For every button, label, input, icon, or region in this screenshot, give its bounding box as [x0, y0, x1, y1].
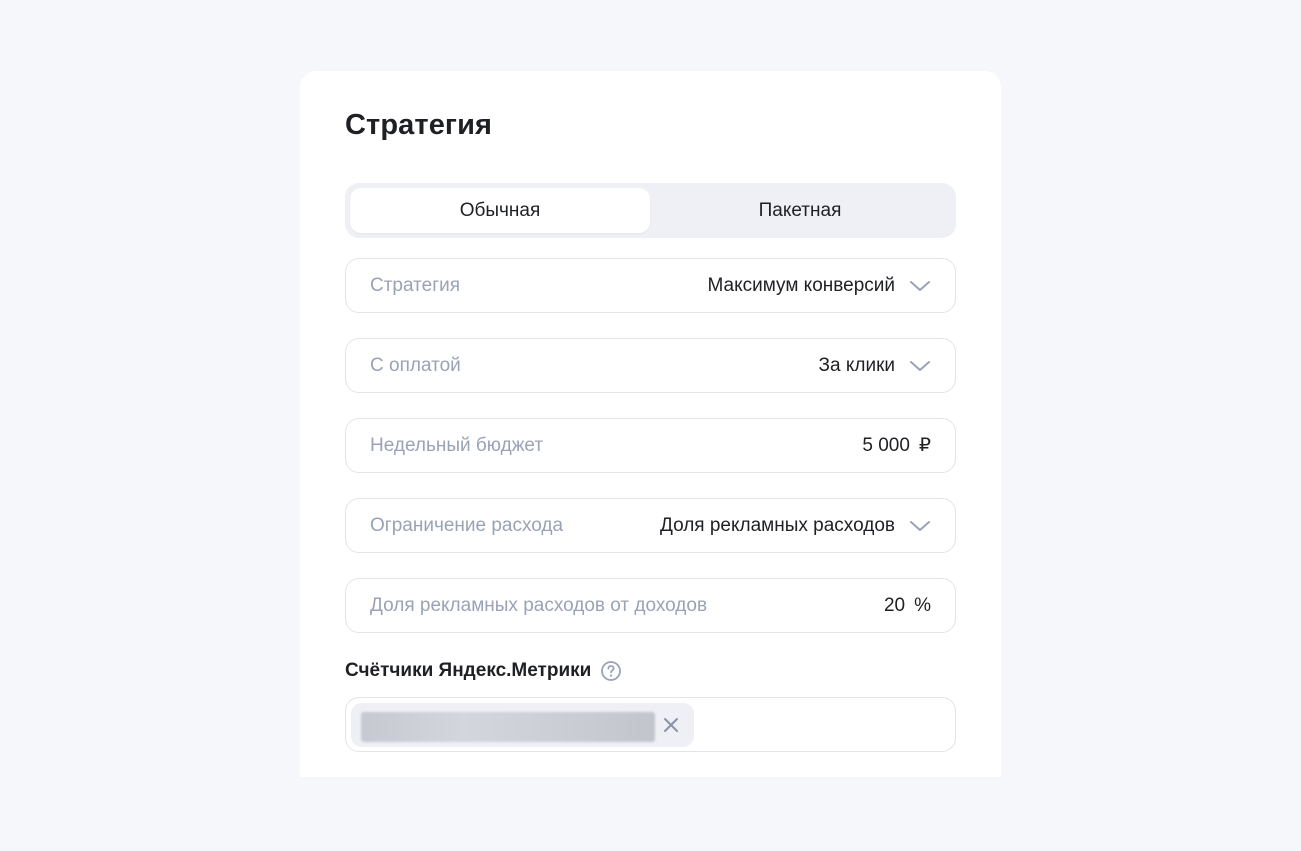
payment-select-value: За клики [818, 354, 895, 376]
strategy-card: Стратегия Обычная Пакетная Стратегия Мак… [300, 71, 1001, 777]
spend-limit-select[interactable]: Ограничение расхода Доля рекламных расхо… [345, 498, 956, 553]
close-icon[interactable] [660, 714, 682, 736]
strategy-select-label: Стратегия [370, 274, 461, 296]
currency-unit: ₽ [918, 435, 931, 456]
payment-select[interactable]: С оплатой За клики [345, 338, 956, 393]
spend-limit-value: Доля рекламных расходов [659, 514, 895, 536]
ad-spend-share-label: Доля рекламных расходов от доходов [370, 594, 708, 616]
strategy-type-switch: Обычная Пакетная [345, 183, 956, 238]
strategy-select-value: Максимум конверсий [707, 274, 895, 296]
counter-chip [351, 703, 694, 747]
counter-chip-text-blurred [361, 712, 655, 742]
question-circle-icon[interactable] [600, 660, 622, 682]
percent-unit: % [914, 594, 931, 616]
ad-spend-share-value[interactable]: 20 [884, 595, 905, 617]
metrika-counters-input[interactable] [345, 697, 956, 752]
tab-regular[interactable]: Обычная [350, 188, 650, 233]
weekly-budget-label: Недельный бюджет [370, 434, 544, 456]
weekly-budget-field[interactable]: Недельный бюджет 5 000 ₽ [345, 418, 956, 473]
ad-spend-share-field[interactable]: Доля рекламных расходов от доходов 20 % [345, 578, 956, 633]
strategy-select[interactable]: Стратегия Максимум конверсий [345, 258, 956, 313]
tab-package[interactable]: Пакетная [650, 188, 950, 233]
payment-select-label: С оплатой [370, 354, 461, 376]
spend-limit-label: Ограничение расхода [370, 514, 564, 536]
weekly-budget-value[interactable]: 5 000 [862, 435, 910, 457]
metrika-counters-label: Счётчики Яндекс.Метрики [345, 660, 592, 681]
page-title: Стратегия [345, 109, 493, 141]
chevron-down-icon [909, 279, 931, 293]
chevron-down-icon [909, 519, 931, 533]
chevron-down-icon [909, 359, 931, 373]
metrika-counters-heading: Счётчики Яндекс.Метрики [345, 660, 622, 682]
